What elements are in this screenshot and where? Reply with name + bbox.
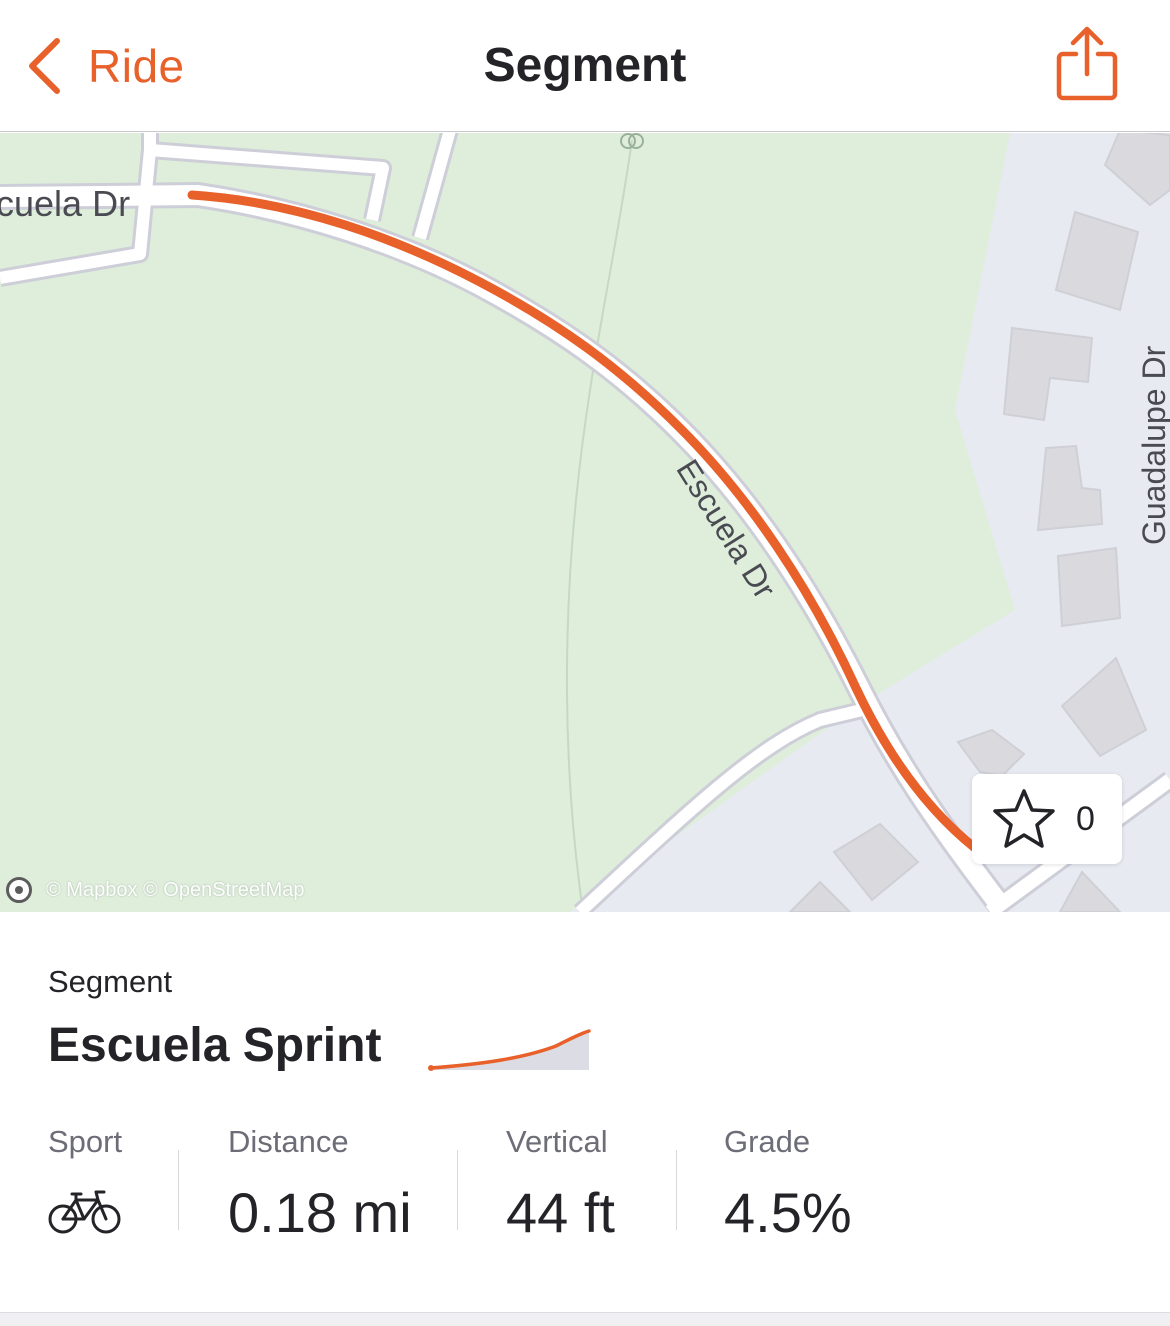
stat-divider [178,1150,179,1230]
stat-divider [676,1150,677,1230]
stat-grade: Grade 4.5% [724,1124,852,1245]
segment-name: Escuela Sprint [48,1019,382,1072]
attribution-text: © Mapbox © OpenStreetMap [46,878,305,901]
mapbox-logo-icon [6,877,32,903]
stat-vertical-value: 44 ft [506,1181,615,1244]
stat-grade-value: 4.5% [724,1181,852,1244]
stat-vertical-label: Vertical [506,1124,608,1159]
map-attribution[interactable]: © Mapbox © OpenStreetMap [6,877,305,903]
stat-divider [457,1150,458,1230]
segment-kicker: Segment [48,964,173,999]
segment-map[interactable]: cuela Dr Escuela Dr Guadalupe Dr © Mapbo… [0,133,1170,912]
stat-distance-value: 0.18 mi [228,1181,412,1244]
stat-sport: Sport [48,1124,122,1241]
stat-distance-label: Distance [228,1124,349,1159]
star-segment-button[interactable]: 0 [972,774,1122,864]
segment-info-panel: Segment Escuela Sprint Sport Distance 0.… [0,912,1170,1312]
star-icon [993,789,1055,848]
road-label-west: cuela Dr [0,183,131,224]
section-separator [0,1312,1170,1326]
stat-sport-label: Sport [48,1124,123,1159]
stat-vertical: Vertical 44 ft [506,1124,615,1245]
bike-icon [48,1190,121,1234]
nav-bar: Ride Segment [0,0,1170,132]
stat-distance: Distance 0.18 mi [228,1124,412,1245]
road-label-guadalupe: Guadalupe Dr [1136,345,1170,545]
share-button[interactable] [1052,24,1122,104]
page-title: Segment [483,39,687,92]
share-icon [1056,26,1118,101]
stat-grade-label: Grade [724,1124,811,1159]
star-count: 0 [1076,799,1095,838]
elevation-profile-thumbnail [428,1029,591,1071]
park-area [0,133,1015,912]
